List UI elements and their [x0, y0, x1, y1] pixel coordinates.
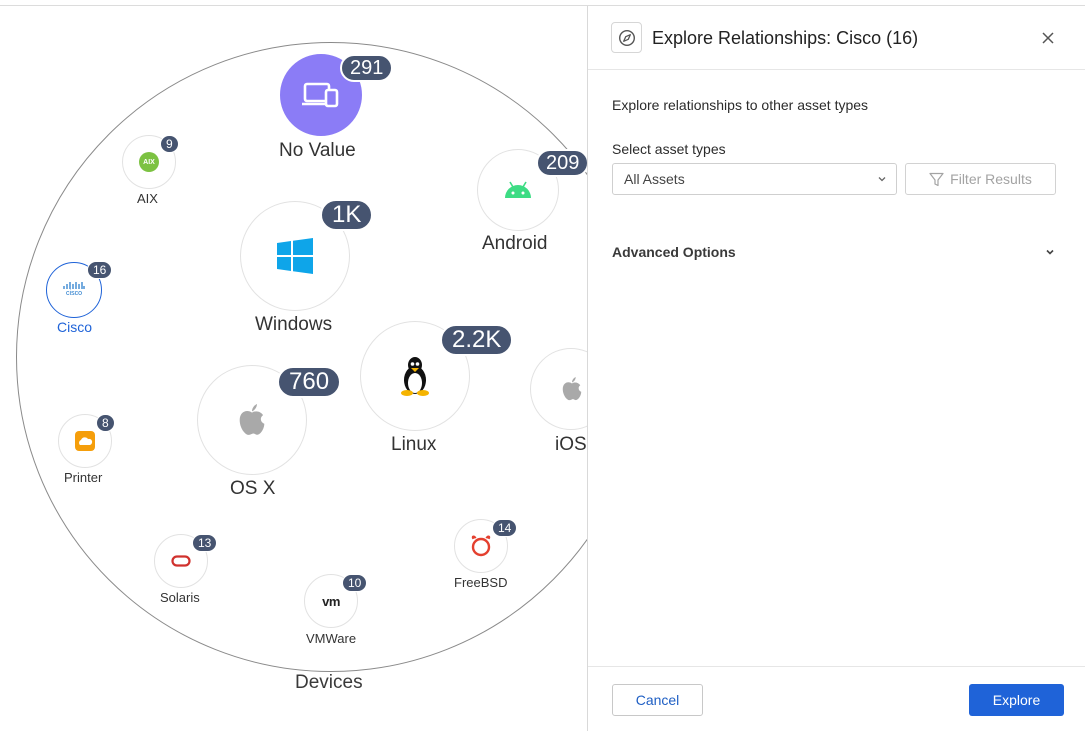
freebsd-icon	[471, 535, 491, 557]
asset-types-select[interactable]: All Assets	[612, 163, 897, 195]
node-label: Linux	[391, 434, 437, 455]
filter-icon	[929, 172, 944, 186]
count-badge: 2.2K	[440, 324, 514, 356]
count-badge: 13	[192, 534, 218, 552]
intro-text: Explore relationships to other asset typ…	[612, 97, 869, 113]
android-icon	[505, 181, 531, 198]
filter-results-label: Filter Results	[950, 171, 1032, 187]
node-label: Android	[482, 233, 548, 254]
apple-icon	[562, 377, 582, 401]
close-icon	[1042, 32, 1054, 44]
count-badge: 8	[96, 414, 115, 432]
count-badge: 9	[160, 135, 179, 153]
chevron-down-icon	[1046, 249, 1054, 255]
group-label: Devices	[295, 672, 363, 693]
panel-header: Explore Relationships: Cisco (16)	[588, 6, 1085, 70]
count-badge: 10	[342, 574, 368, 592]
node-label: iOS	[555, 434, 587, 455]
filter-results-button[interactable]: Filter Results	[905, 163, 1056, 195]
node-label: VMWare	[306, 631, 357, 646]
vmware-icon: vm	[322, 593, 340, 609]
close-button[interactable]	[1037, 27, 1059, 49]
count-badge: 760	[277, 366, 342, 398]
cisco-logo-icon: cisco	[63, 282, 85, 297]
chevron-down-icon	[878, 177, 886, 182]
advanced-options-toggle[interactable]: Advanced Options	[612, 244, 1056, 260]
node-label: FreeBSD	[454, 575, 508, 590]
count-badge: 1K	[320, 199, 374, 231]
node-label: Windows	[255, 314, 333, 335]
devices-icon	[302, 82, 339, 108]
select-value: All Assets	[624, 171, 685, 187]
linux-tux-icon	[401, 357, 429, 396]
relationship-graph[interactable]: Devices 291 No Value AIX 9 AIX 209 Andro…	[0, 6, 587, 731]
node-label: AIX	[137, 191, 158, 206]
node-label: No Value	[279, 140, 356, 161]
compass-icon	[611, 22, 642, 53]
node-label: Cisco	[57, 319, 93, 335]
windows-icon	[277, 238, 313, 274]
node-label: Solaris	[160, 590, 200, 605]
count-badge: 16	[87, 261, 113, 279]
node-label: OS X	[230, 478, 276, 499]
explore-relationships-panel: Explore Relationships: Cisco (16) Explor…	[587, 6, 1085, 731]
panel-footer: Cancel Explore	[588, 666, 1085, 731]
count-badge: 209	[536, 149, 587, 177]
advanced-options-label: Advanced Options	[612, 244, 736, 260]
printer-icon	[75, 431, 95, 451]
node-label: Printer	[64, 470, 103, 485]
apple-icon	[239, 404, 265, 435]
count-badge: 14	[492, 519, 518, 537]
aix-logo-icon: AIX	[139, 152, 159, 172]
panel-title: Explore Relationships: Cisco (16)	[652, 28, 919, 48]
select-asset-types-label: Select asset types	[612, 141, 726, 157]
count-badge: 291	[340, 54, 394, 82]
oracle-icon	[171, 555, 191, 567]
explore-button[interactable]: Explore	[969, 684, 1064, 716]
cancel-button[interactable]: Cancel	[612, 684, 703, 716]
